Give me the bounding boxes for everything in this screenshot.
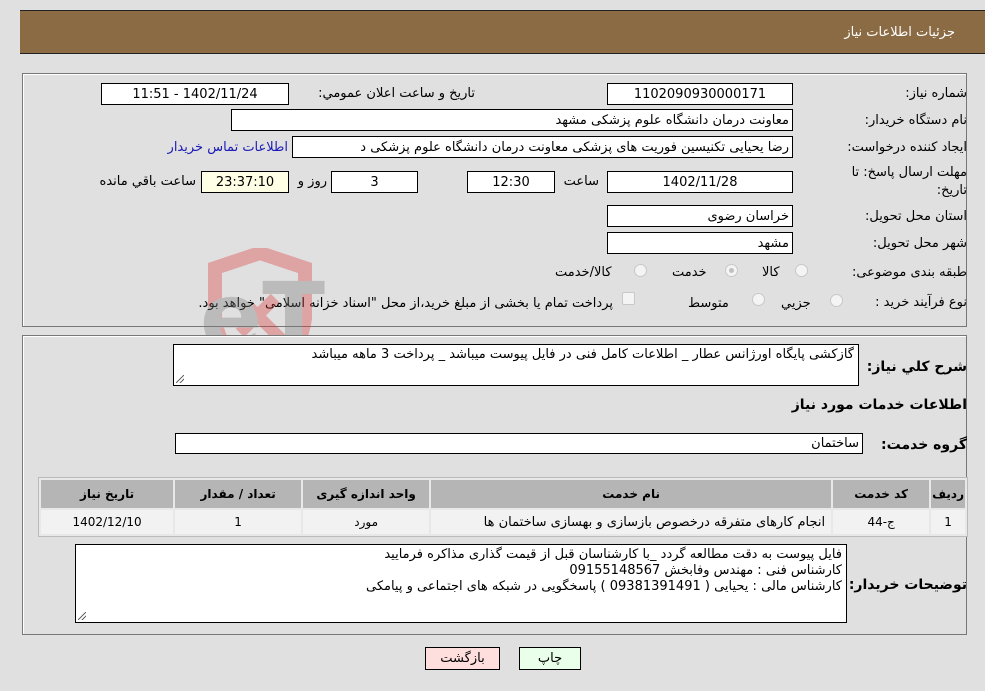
buyer-notes-textarea[interactable]: فایل پیوست به دقت مطالعه گردد _با کارشنا… xyxy=(75,544,847,623)
cell-service-name: انجام کارهای متفرقه درخصوص بازسازی و بهس… xyxy=(431,510,832,534)
category-label: طبقه بندی موضوعی: xyxy=(851,265,967,280)
resize-grip-icon[interactable] xyxy=(78,612,86,620)
description-textarea[interactable]: گازکشی پایگاه اورژانس عطار _ اطلاعات کام… xyxy=(173,344,859,386)
remaining-time-field: 23:37:10 xyxy=(201,171,289,193)
requester-label: ایجاد کننده درخواست: xyxy=(847,140,967,155)
remaining-time-label: ساعت باقي مانده xyxy=(99,174,196,189)
cell-row-number: 1 xyxy=(931,510,965,534)
services-table: ردیف کد خدمت نام خدمت واحد اندازه گیری ت… xyxy=(38,477,968,537)
col-service-name: نام خدمت xyxy=(431,480,832,508)
treasury-checkbox[interactable] xyxy=(622,292,635,305)
col-need-date: تاریخ نیاز xyxy=(41,480,174,508)
col-quantity: تعداد / مقدار xyxy=(175,480,302,508)
buyer-contact-link[interactable]: اطلاعات تماس خریدار xyxy=(168,140,288,155)
purchase-type-label: نوع فرآیند خرید : xyxy=(875,295,967,310)
page-title: جزئیات اطلاعات نیاز xyxy=(844,24,955,40)
deadline-time-label: ساعت xyxy=(563,174,599,189)
province-field: خراسان رضوی xyxy=(607,205,793,227)
print-button[interactable]: چاپ xyxy=(519,647,581,670)
purchase-option-medium: متوسط xyxy=(688,296,729,311)
category-option-goods-service: کالا/خدمت xyxy=(555,265,612,280)
description-label: شرح کلي نياز: xyxy=(866,359,967,375)
days-label: روز و xyxy=(297,174,327,189)
category-option-goods: کالا xyxy=(762,265,780,280)
description-text: گازکشی پایگاه اورژانس عطار _ اطلاعات کام… xyxy=(311,347,854,362)
service-group-field: ساختمان xyxy=(175,433,863,454)
table-row: 1 ج-44 انجام کارهای متفرقه درخصوص بازساز… xyxy=(41,510,965,534)
purchase-option-minor: جزيي xyxy=(781,296,811,311)
col-row-number: ردیف xyxy=(931,480,965,508)
deadline-time-field: 12:30 xyxy=(467,171,555,193)
resize-grip-icon[interactable] xyxy=(176,375,184,383)
col-service-code: کد خدمت xyxy=(833,480,930,508)
deadline-label: مهلت ارسال پاسخ: تا xyxy=(851,165,967,180)
service-group-label: گروه خدمت: xyxy=(881,437,967,453)
cell-unit: مورد xyxy=(303,510,430,534)
back-button[interactable]: بازگشت xyxy=(425,647,500,670)
deadline-label-2: تاریخ: xyxy=(936,183,967,198)
deadline-date-field: 1402/11/28 xyxy=(607,171,793,193)
need-number-label: شماره نیاز: xyxy=(905,86,967,101)
city-field: مشهد xyxy=(607,232,793,254)
cell-service-code: ج-44 xyxy=(833,510,930,534)
buyer-org-field: معاونت درمان دانشگاه علوم پزشکی مشهد xyxy=(231,109,793,131)
cell-quantity: 1 xyxy=(175,510,302,534)
category-radio-goods[interactable] xyxy=(795,264,808,277)
category-radio-goods-service[interactable] xyxy=(634,264,647,277)
col-unit: واحد اندازه گیری xyxy=(303,480,430,508)
category-radio-service[interactable] xyxy=(725,264,738,277)
category-option-service: خدمت xyxy=(672,265,707,280)
announce-datetime-label: تاریخ و ساعت اعلان عمومي: xyxy=(318,86,475,101)
treasury-note: پرداخت تمام یا بخشی از مبلغ خرید،از محل … xyxy=(198,296,613,311)
buyer-notes-label: توضیحات خریدار: xyxy=(848,577,967,593)
services-section-title: اطلاعات خدمات مورد نیاز xyxy=(791,397,967,413)
table-header-row: ردیف کد خدمت نام خدمت واحد اندازه گیری ت… xyxy=(41,480,965,508)
buyer-org-label: نام دستگاه خريدار: xyxy=(864,113,967,128)
purchase-radio-minor[interactable] xyxy=(830,294,843,307)
page-header: جزئیات اطلاعات نیاز xyxy=(20,10,985,54)
buyer-notes-line: کارشناس مالی : یحیایی ( 09381391491 ) پا… xyxy=(365,579,842,594)
city-label: شهر محل تحویل: xyxy=(872,236,967,251)
need-number-field: 1102090930000171 xyxy=(607,83,793,105)
remaining-days-field: 3 xyxy=(331,171,418,193)
purchase-radio-medium[interactable] xyxy=(752,293,765,306)
buyer-notes-line: کارشناس فنی : مهندس وفابخش 09155148567 xyxy=(569,563,842,578)
province-label: استان محل تحویل: xyxy=(865,209,967,224)
announce-datetime-field: 1402/11/24 - 11:51 xyxy=(101,83,289,105)
buyer-notes-line: فایل پیوست به دقت مطالعه گردد _با کارشنا… xyxy=(384,547,842,562)
cell-need-date: 1402/12/10 xyxy=(41,510,174,534)
requester-field: رضا یحیایی تکنیسین فوریت های پزشکی معاون… xyxy=(292,136,793,158)
